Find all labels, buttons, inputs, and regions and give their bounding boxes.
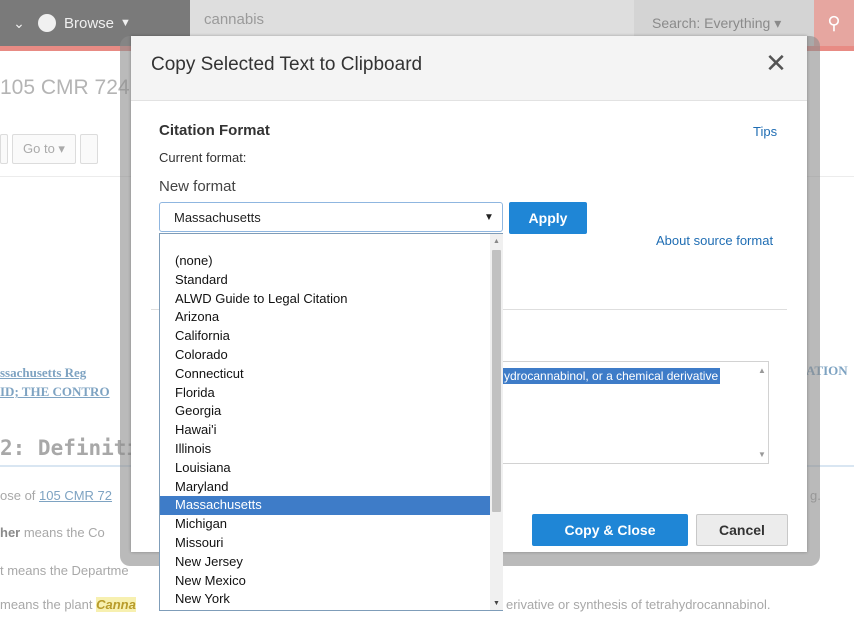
format-option[interactable]: New Mexico (160, 572, 490, 591)
search-button[interactable]: ⚲ (814, 0, 854, 46)
citation-format-select[interactable]: Massachusetts ▼ (159, 202, 503, 232)
scroll-down-icon[interactable]: ▼ (758, 450, 766, 459)
format-option[interactable]: Georgia (160, 402, 490, 421)
format-option[interactable]: Missouri (160, 534, 490, 553)
citation-format-heading: Citation Format (159, 122, 270, 139)
apply-button[interactable]: Apply (509, 202, 587, 234)
caret-down-icon: ▼ (484, 212, 494, 223)
search-highlight: Canna (96, 597, 136, 612)
selected-text-area[interactable]: ydrocannabinol, or a chemical derivative… (501, 361, 769, 464)
format-option[interactable]: Massachusetts (160, 496, 490, 516)
scroll-down-icon[interactable]: ▼ (493, 600, 500, 607)
cmr-link[interactable]: 105 CMR 72 (39, 488, 112, 503)
current-format-label: Current format: (159, 150, 247, 165)
chevron-down-icon[interactable]: ⌄ (0, 15, 38, 32)
body-text: ose of (0, 488, 40, 503)
browse-label[interactable]: Browse (64, 15, 114, 32)
search-scope-label: Search: Everything (652, 15, 771, 31)
regulation-link[interactable]: ssachusetts Reg ID; THE CONTRO (0, 363, 110, 401)
toolbar-button[interactable] (0, 134, 8, 164)
format-option[interactable]: (none) (160, 252, 490, 271)
dialog-header: Copy Selected Text to Clipboard ✕ (131, 36, 807, 101)
close-icon[interactable]: ✕ (761, 48, 791, 78)
body-term: her (0, 525, 21, 540)
globe-icon (38, 14, 56, 32)
dialog-title: Copy Selected Text to Clipboard (151, 54, 423, 75)
options-list: (none) Standard ALWD Guide to Legal Citati… (160, 252, 490, 609)
selected-text: ydrocannabinol, or a chemical derivative (502, 368, 721, 384)
dropdown-scrollbar[interactable]: ▲ ▼ (490, 234, 503, 610)
new-format-label: New format (159, 178, 236, 195)
copy-and-close-button[interactable]: Copy & Close (532, 514, 688, 546)
body-line-2: her means the Co (0, 525, 105, 540)
format-option[interactable]: Standard (160, 271, 490, 290)
about-source-format-link[interactable]: About source format (656, 233, 773, 248)
format-option[interactable]: Maryland (160, 478, 490, 497)
caret-down-icon: ▾ (774, 15, 782, 31)
scrollbar-thumb[interactable] (492, 250, 501, 512)
format-option[interactable]: Colorado (160, 346, 490, 365)
format-option[interactable]: Connecticut (160, 365, 490, 384)
toolbar: Go to ▾ (0, 134, 102, 164)
search-icon: ⚲ (827, 12, 841, 33)
caret-down-icon: ▼ (120, 17, 131, 29)
body-line-4-end: erivative or synthesis of tetrahydrocann… (506, 597, 771, 612)
document-title: 105 CMR 724 (0, 76, 130, 99)
format-option[interactable]: Hawai'i (160, 421, 490, 440)
scroll-up-icon[interactable]: ▲ (758, 366, 766, 375)
format-option[interactable]: New Jersey (160, 553, 490, 572)
tips-link[interactable]: Tips (753, 124, 777, 139)
format-option[interactable]: Arizona (160, 308, 490, 327)
regulation-link-line1: ssachusetts Reg (0, 365, 87, 380)
goto-dropdown[interactable]: Go to ▾ (12, 134, 76, 164)
selected-format-value: Massachusetts (174, 210, 261, 225)
scroll-up-icon[interactable]: ▲ (493, 238, 500, 245)
format-option[interactable]: Louisiana (160, 459, 490, 478)
toolbar-search[interactable] (79, 134, 98, 164)
format-option[interactable]: New York (160, 590, 490, 609)
goto-label: Go to (23, 141, 55, 156)
body-text: means the plant (0, 597, 97, 612)
format-option[interactable]: ALWD Guide to Legal Citation (160, 290, 490, 309)
format-option[interactable]: Florida (160, 384, 490, 403)
body-line-1: ose of 105 CMR 72 (0, 488, 112, 503)
format-option[interactable]: California (160, 327, 490, 346)
body-line-4: means the plant Canna (0, 597, 136, 612)
format-option[interactable]: Illinois (160, 440, 490, 459)
citation-format-options[interactable]: (none) Standard ALWD Guide to Legal Citati… (159, 233, 503, 611)
body-line-3: t means the Departme (0, 563, 129, 578)
cancel-button[interactable]: Cancel (696, 514, 788, 546)
body-text: means the Co (20, 525, 105, 540)
regulation-link-line2: ID; THE CONTRO (0, 384, 110, 399)
format-option[interactable]: Michigan (160, 515, 490, 534)
